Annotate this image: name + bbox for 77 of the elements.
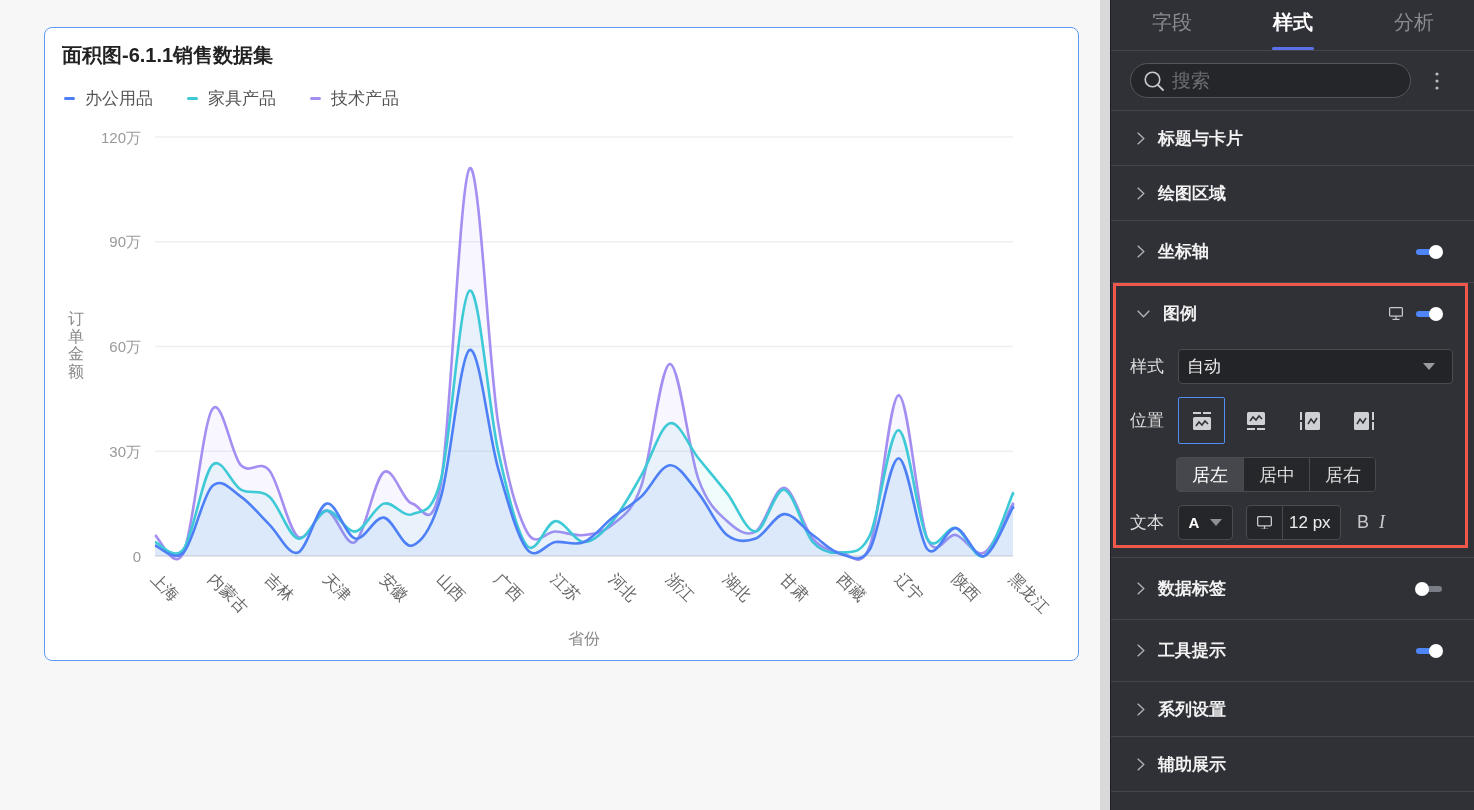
chevron-right-icon[interactable] bbox=[1137, 186, 1145, 200]
toggle-switch[interactable] bbox=[1415, 581, 1443, 596]
legend-label[interactable]: 技术产品 bbox=[331, 86, 399, 110]
field-label: 位置 bbox=[1130, 410, 1165, 432]
section-title[interactable]: 工具提示 bbox=[1158, 639, 1226, 662]
chart-legend-left-icon bbox=[1299, 411, 1320, 430]
chevron-right-icon[interactable] bbox=[1137, 582, 1145, 595]
toggle-switch[interactable] bbox=[1415, 643, 1443, 658]
x-tick-label: 江苏 bbox=[548, 570, 583, 605]
x-tick-label: 西藏 bbox=[834, 570, 869, 605]
align-option-button[interactable]: 居右 bbox=[1309, 458, 1375, 491]
x-tick-label: 安徽 bbox=[376, 570, 412, 605]
x-tick-label: 湖北 bbox=[719, 570, 755, 605]
monitor-icon[interactable] bbox=[1389, 307, 1403, 320]
legend-label[interactable]: 家具产品 bbox=[208, 86, 276, 110]
chevron-right-icon[interactable] bbox=[1137, 702, 1145, 716]
y-tick-label: 0 bbox=[132, 547, 141, 565]
x-tick-label: 浙江 bbox=[662, 570, 698, 605]
font-size-field[interactable]: 12 px bbox=[1246, 505, 1341, 540]
x-tick-label: 黑龙江 bbox=[1005, 570, 1052, 616]
x-tick-label: 甘肃 bbox=[777, 570, 812, 605]
section-title[interactable]: 数据标签 bbox=[1158, 577, 1226, 600]
y-axis-title: 订单金额 bbox=[68, 310, 84, 381]
panel-tab[interactable]: 分析 bbox=[1353, 0, 1474, 50]
italic-button[interactable]: I bbox=[1377, 512, 1387, 533]
search-input[interactable]: 搜索 bbox=[1172, 67, 1398, 94]
chevron-right-icon[interactable] bbox=[1137, 644, 1145, 657]
x-tick-label: 陕西 bbox=[948, 570, 984, 605]
section-title[interactable]: 绘图区域 bbox=[1158, 181, 1226, 205]
chevron-right-icon[interactable] bbox=[1137, 245, 1145, 258]
chart-title: 面积图-6.1.1销售数据集 bbox=[61, 43, 274, 68]
y-tick-label: 90万 bbox=[109, 233, 141, 251]
x-tick-label: 吉林 bbox=[262, 570, 297, 605]
x-axis-title: 省份 bbox=[568, 629, 600, 647]
y-tick-label: 120万 bbox=[100, 128, 141, 146]
search-icon bbox=[1144, 70, 1164, 91]
panel-tab[interactable]: 字段 bbox=[1111, 0, 1232, 50]
field-label: 样式 bbox=[1130, 356, 1165, 378]
caret-down-icon bbox=[1210, 519, 1223, 526]
x-tick-label: 河北 bbox=[605, 570, 641, 605]
chevron-right-icon[interactable] bbox=[1137, 131, 1145, 145]
resize-splitter[interactable] bbox=[1100, 0, 1111, 810]
section-title[interactable]: 辅助展示 bbox=[1158, 752, 1226, 776]
toggle-switch[interactable] bbox=[1415, 306, 1443, 321]
font-size-input[interactable]: 12 px bbox=[1283, 509, 1339, 536]
panel-tab[interactable]: 样式 bbox=[1232, 0, 1353, 50]
chart-legend-right-icon bbox=[1353, 411, 1374, 430]
more-menu-button[interactable] bbox=[1433, 70, 1441, 91]
field-label: 文本 bbox=[1130, 512, 1165, 534]
x-tick-label: 内蒙古 bbox=[205, 570, 252, 616]
x-tick-label: 上海 bbox=[147, 570, 183, 605]
bold-button[interactable]: B bbox=[1355, 512, 1371, 533]
select-field[interactable]: 自动 bbox=[1178, 349, 1453, 384]
x-tick-label: 辽宁 bbox=[891, 570, 927, 605]
section-title[interactable]: 图例 bbox=[1163, 302, 1197, 325]
caret-down-icon bbox=[1423, 363, 1435, 370]
x-tick-label: 广西 bbox=[491, 570, 526, 605]
align-option-button[interactable]: 居左 bbox=[1177, 458, 1243, 491]
x-tick-label: 天津 bbox=[319, 570, 355, 605]
legend-label[interactable]: 办公用品 bbox=[85, 86, 153, 110]
x-tick-label: 山西 bbox=[433, 570, 469, 605]
chevron-right-icon[interactable] bbox=[1137, 757, 1145, 771]
section-title[interactable]: 系列设置 bbox=[1158, 697, 1226, 721]
section-title[interactable]: 标题与卡片 bbox=[1158, 126, 1243, 150]
section-title[interactable]: 坐标轴 bbox=[1158, 240, 1209, 263]
position-option-button[interactable] bbox=[1178, 397, 1225, 444]
font-color-button[interactable]: A bbox=[1178, 505, 1233, 540]
chart-legend-top-icon bbox=[1191, 411, 1212, 430]
monitor-icon[interactable] bbox=[1257, 515, 1272, 530]
chart-legend-bottom-icon bbox=[1245, 411, 1266, 430]
align-option-button[interactable]: 居中 bbox=[1243, 458, 1309, 491]
search-field[interactable]: 搜索 bbox=[1130, 63, 1411, 98]
y-tick-label: 30万 bbox=[109, 442, 141, 460]
y-tick-label: 60万 bbox=[109, 338, 141, 355]
toggle-switch[interactable] bbox=[1415, 244, 1443, 259]
more-icon bbox=[1435, 71, 1439, 90]
chevron-down-icon[interactable] bbox=[1137, 309, 1150, 318]
